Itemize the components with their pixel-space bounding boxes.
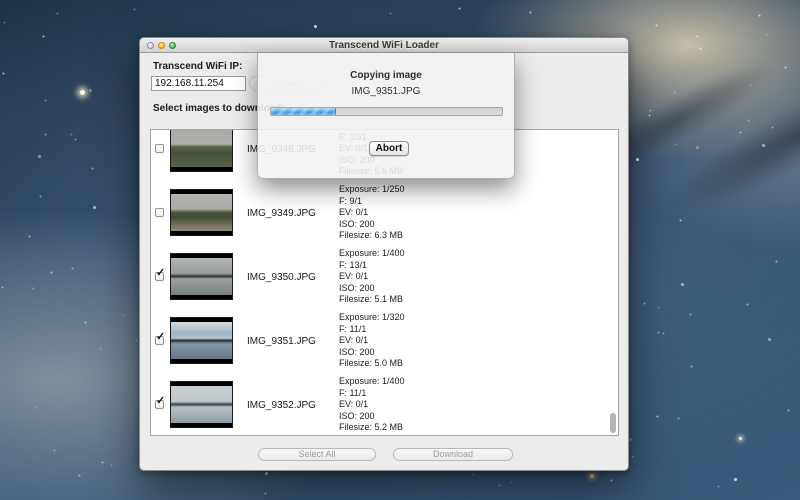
progress-bar [270,107,503,116]
app-window: Transcend WiFi Loader Transcend WiFi IP:… [139,37,629,471]
check-icon: ✓ [156,396,165,407]
image-checkbox[interactable]: ✓ [155,336,164,345]
download-button[interactable]: Download [393,448,513,461]
bright-star [80,90,85,95]
dialog-filename: IMG_9351.JPG [258,86,514,97]
image-filename: IMG_9352.JPG [247,400,316,411]
wallpaper-stars-bright [0,0,1,1]
image-row-1[interactable]: ✓ IMG_9349.JPG Exposure: 1/250F: 9/1EV: … [151,181,618,245]
exif-info: Exposure: 1/250F: 9/1EV: 0/1ISO: 200File… [339,184,405,242]
image-checkbox[interactable]: ✓ [155,144,164,153]
exif-info: Exposure: 1/400F: 13/1EV: 0/1ISO: 200Fil… [339,248,405,306]
image-filename: IMG_9349.JPG [247,208,316,219]
titlebar[interactable]: Transcend WiFi Loader [140,38,628,53]
ip-label: Transcend WiFi IP: [153,61,242,72]
copy-progress-dialog: Copying image IMG_9351.JPG Abort [257,53,515,179]
check-icon: ✓ [156,268,165,279]
image-thumbnail [170,129,233,172]
bright-star [590,474,594,478]
select-all-button[interactable]: Select All [258,448,376,461]
exif-info: Exposure: 1/400F: 11/1EV: 0/1ISO: 200Fil… [339,376,405,434]
image-checkbox[interactable]: ✓ [155,208,164,217]
dialog-title: Copying image [258,70,514,81]
image-row-3[interactable]: ✓ IMG_9351.JPG Exposure: 1/320F: 11/1EV:… [151,309,618,373]
image-checkbox[interactable]: ✓ [155,272,164,281]
image-row-4[interactable]: ✓ IMG_9352.JPG Exposure: 1/400F: 11/1EV:… [151,373,618,436]
bright-star [739,437,742,440]
image-filename: IMG_9351.JPG [247,336,316,347]
image-thumbnail [170,189,233,236]
abort-button[interactable]: Abort [369,141,409,156]
image-thumbnail [170,317,233,364]
image-row-2[interactable]: ✓ IMG_9350.JPG Exposure: 1/400F: 13/1EV:… [151,245,618,309]
exif-info: Exposure: 1/320F: 11/1EV: 0/1ISO: 200Fil… [339,312,405,370]
progress-fill [271,108,336,115]
image-filename: IMG_9350.JPG [247,272,316,283]
ip-input[interactable] [151,76,246,91]
image-thumbnail [170,253,233,300]
scrollbar-thumb[interactable] [610,413,616,433]
check-icon: ✓ [156,332,165,343]
window-title: Transcend WiFi Loader [140,40,628,51]
image-checkbox[interactable]: ✓ [155,400,164,409]
image-thumbnail [170,381,233,428]
